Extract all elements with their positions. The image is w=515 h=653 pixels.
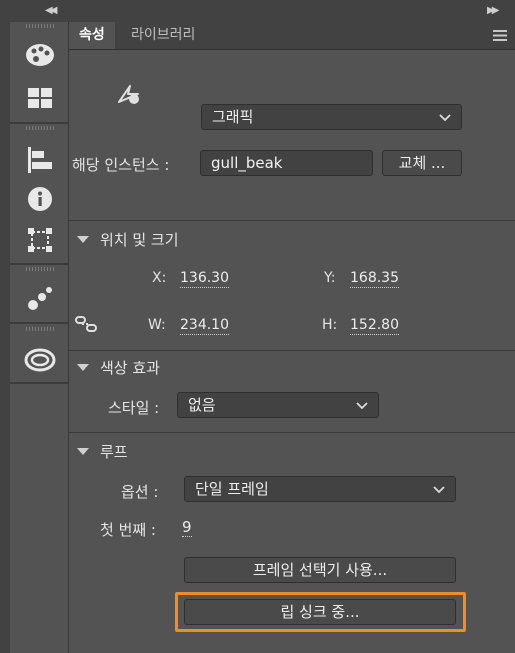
transform-icon[interactable] — [24, 224, 56, 256]
h-label: H: — [322, 317, 338, 333]
first-frame-value[interactable]: 9 — [182, 519, 192, 537]
collapse-triangle-icon[interactable] — [77, 236, 89, 243]
panel-menu-icon[interactable] — [493, 30, 507, 41]
y-value[interactable]: 168.35 — [350, 270, 399, 288]
w-label: W: — [148, 317, 166, 333]
grip-handle[interactable] — [26, 24, 54, 28]
frame-picker-button[interactable]: 프레임 선택기 사용... — [184, 557, 456, 583]
collapse-triangle-icon[interactable] — [77, 448, 89, 455]
grip-handle[interactable] — [26, 327, 54, 331]
instance-name-label: 해당 인스턴스 : — [72, 156, 170, 174]
section-divider — [69, 350, 515, 351]
tab-properties[interactable]: 속성 — [69, 22, 115, 49]
collapse-triangle-icon[interactable] — [77, 364, 89, 371]
collapse-right-icon[interactable]: ▶▶ — [487, 5, 500, 16]
section-header-color-effect[interactable]: 색상 효과 — [100, 357, 160, 378]
h-value[interactable]: 152.80 — [350, 317, 399, 335]
chevron-down-icon — [433, 486, 445, 494]
chevron-down-icon — [356, 402, 368, 410]
color-style-dropdown[interactable]: 없음 — [177, 392, 379, 418]
motion-presets-icon[interactable] — [24, 282, 56, 314]
chevron-down-icon — [439, 114, 451, 122]
y-label: Y: — [324, 270, 336, 286]
align-icon[interactable] — [24, 144, 56, 176]
color-style-value: 없음 — [188, 396, 216, 414]
tab-library[interactable]: 라이브러리 — [121, 22, 205, 49]
strip-divider — [10, 322, 68, 324]
strip-divider — [10, 122, 68, 124]
graphic-symbol-icon — [116, 80, 144, 112]
info-icon[interactable] — [24, 183, 56, 215]
collapse-left-icon[interactable]: ◀◀ — [45, 5, 58, 16]
style-label: 스타일 : — [108, 399, 160, 417]
lip-sync-highlight — [175, 592, 466, 632]
panel-tab-bar: 속성 라이브러리 — [69, 22, 515, 50]
x-label: X: — [152, 270, 167, 286]
cc-libraries-icon[interactable] — [24, 344, 56, 376]
strip-divider — [10, 263, 68, 265]
strip-divider — [10, 382, 68, 384]
section-header-position-size[interactable]: 위치 및 크기 — [100, 229, 179, 250]
section-divider — [69, 432, 515, 433]
x-value[interactable]: 136.30 — [180, 270, 229, 288]
left-dock-strip — [0, 22, 10, 653]
loop-options-dropdown[interactable]: 단일 프레임 — [184, 476, 456, 502]
grip-handle[interactable] — [26, 267, 54, 271]
first-frame-label: 첫 번째 : — [100, 521, 156, 539]
palette-icon[interactable] — [24, 39, 56, 71]
section-header-loop[interactable]: 루프 — [100, 441, 128, 462]
w-value[interactable]: 234.10 — [180, 317, 229, 335]
instance-name-field[interactable]: gull_beak — [200, 150, 373, 176]
panel-icon-strip — [10, 22, 69, 653]
link-icon[interactable] — [75, 315, 97, 337]
symbol-type-dropdown[interactable]: 그래픽 — [201, 104, 462, 130]
options-label: 옵션 : — [121, 483, 159, 501]
swap-button[interactable]: 교체 ... — [382, 150, 462, 176]
loop-options-value: 단일 프레임 — [195, 480, 269, 498]
symbol-type-value: 그래픽 — [212, 108, 254, 126]
grip-handle[interactable] — [26, 126, 54, 130]
section-divider — [69, 220, 515, 221]
swatches-icon[interactable] — [24, 82, 56, 114]
panel-top-bar — [0, 0, 515, 22]
